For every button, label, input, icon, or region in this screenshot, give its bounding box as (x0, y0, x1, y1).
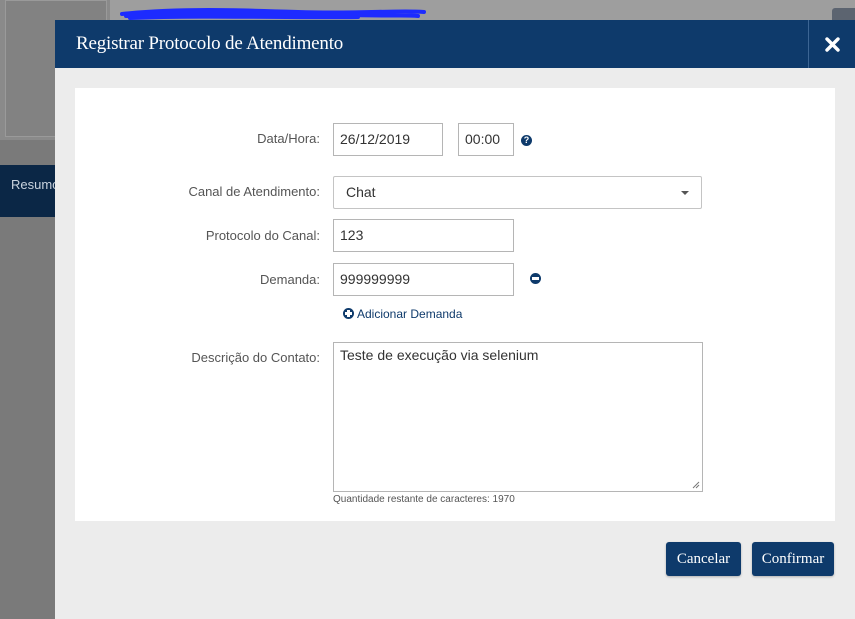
close-button[interactable] (808, 20, 855, 68)
confirm-button[interactable]: Confirmar (752, 542, 834, 576)
modal-body: Data/Hora: 26/12/2019 00:00 ? Canal de A… (75, 88, 835, 521)
modal-header: Registrar Protocolo de Atendimento (55, 20, 855, 68)
channel-select[interactable]: Chat (333, 176, 702, 209)
add-demand-label: Adicionar Demanda (357, 307, 463, 321)
description-text: Teste de execução via selenium (340, 347, 539, 363)
chars-remaining: Quantidade restante de caracteres: 1970 (333, 494, 515, 505)
description-label: Descrição do Contato: (191, 350, 320, 365)
add-demand-link[interactable]: Adicionar Demanda (343, 307, 462, 321)
chevron-down-icon (681, 191, 689, 195)
background-side-tab: Resumo (0, 165, 58, 217)
channel-select-value: Chat (346, 184, 376, 200)
time-input[interactable]: 00:00 (458, 123, 514, 156)
protocol-input[interactable]: 123 (333, 219, 514, 252)
modal-title: Registrar Protocolo de Atendimento (76, 33, 344, 54)
description-textarea[interactable]: Teste de execução via selenium (333, 342, 703, 492)
channel-label: Canal de Atendimento: (188, 184, 320, 199)
minus-circle-icon[interactable] (530, 273, 541, 284)
protocol-modal: Registrar Protocolo de Atendimento Data/… (55, 20, 855, 619)
demand-input[interactable]: 999999999 (333, 263, 514, 296)
protocol-label: Protocolo do Canal: (205, 228, 320, 243)
cancel-button[interactable]: Cancelar (666, 542, 741, 576)
close-x-icon (825, 37, 840, 52)
question-circle-icon[interactable]: ? (521, 135, 532, 146)
date-input[interactable]: 26/12/2019 (333, 123, 443, 156)
demand-label: Demanda: (260, 272, 320, 287)
date-label: Data/Hora: (257, 131, 320, 146)
resize-grip-icon[interactable] (692, 481, 700, 489)
plus-circle-icon (343, 308, 354, 319)
